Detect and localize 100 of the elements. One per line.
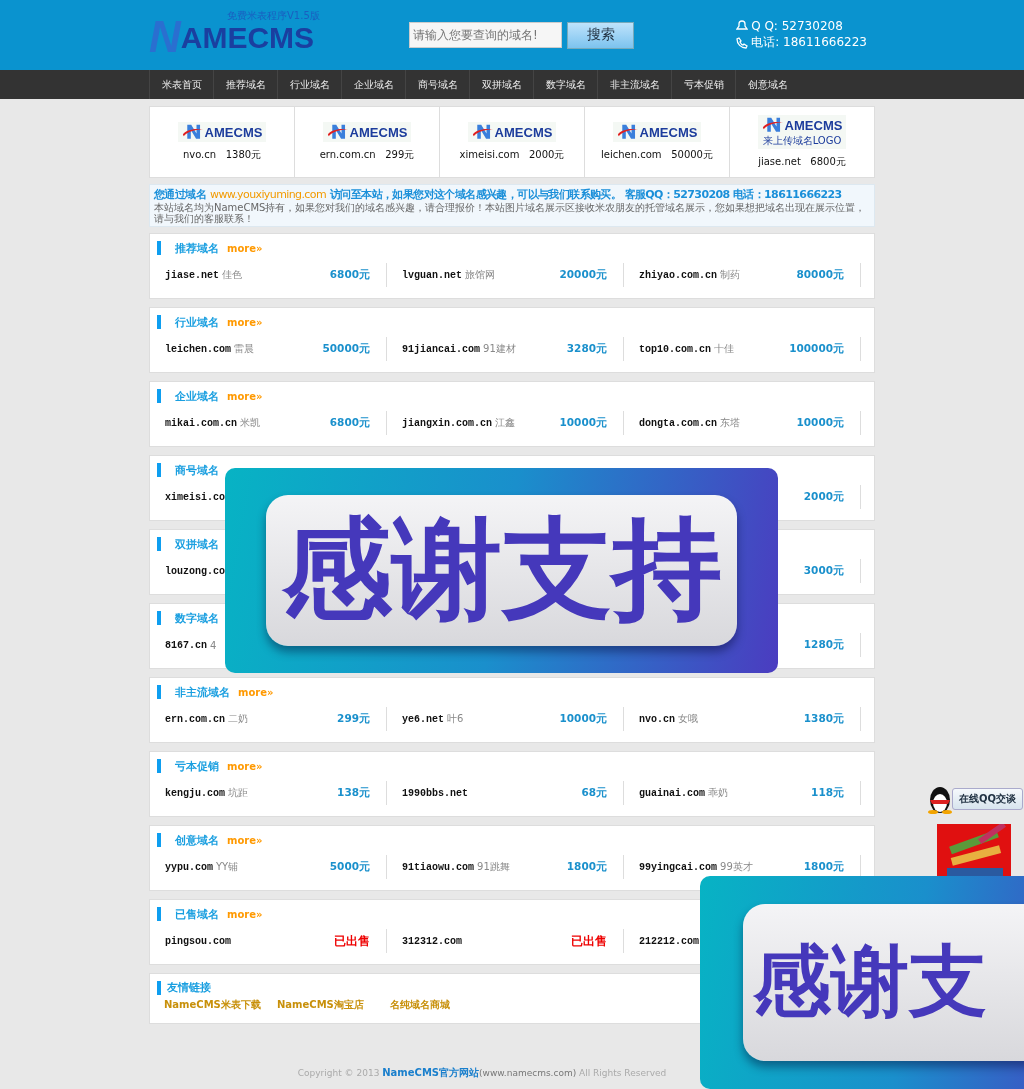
notice-detail: 本站域名均为NameCMS持有，如果您对我们的域名感兴趣，请合理报价！本站图片域名展示区接收米农朋友的托管域名展示，您如果想把域名出现在展示位置，请与我们的客服联系！ [154,202,867,224]
domain-price: 1800元 [803,860,844,874]
contact-text: 电话: 18611666223 [751,34,867,51]
domain-caption[interactable]: jiase.net 6800元 [758,154,846,169]
domain-note: 雷晨 [234,342,254,356]
domain-name[interactable]: 91tiaowu.com [402,861,474,873]
section-title: 行业域名 [175,314,219,330]
domain-note: 佳色 [222,268,242,282]
sold-label: 已出售 [334,932,370,950]
domain-name[interactable]: lvguan.net [402,269,462,281]
domain-name[interactable]: leichen.com [165,343,231,355]
domain-price: 80000元 [796,268,844,282]
section-title: 已售域名 [175,906,219,922]
domain-logo[interactable]: AMECMS 来上传域名LOGO [757,115,847,149]
domain-price: 5000元 [329,860,370,874]
section-title: 非主流域名 [175,684,230,700]
sold-label: 已出售 [571,932,607,950]
domain-note: 99英才 [720,860,753,874]
domain-price: 1380元 [803,712,844,726]
section-title: 商号域名 [175,462,219,478]
domain-note: 十佳 [714,342,734,356]
nav-link[interactable]: 非主流域名 [597,70,671,99]
logo-swoosh-icon [181,123,204,141]
domain-name[interactable]: top10.com.cn [639,343,711,355]
nav-link[interactable]: 商号域名 [405,70,469,99]
domain-name[interactable]: ximeisi.co [165,491,225,503]
domain-price: 2000元 [803,490,844,504]
logo-swoosh-icon [326,123,349,141]
domain-name[interactable]: dongta.com.cn [639,417,717,429]
domain-name[interactable]: ern.com.cn [165,713,225,725]
domain-note: 制药 [720,268,740,282]
domain-name[interactable]: kengju.com [165,787,225,799]
qq-chat-button[interactable]: 在线QQ交谈 [952,788,1023,810]
domain-name[interactable]: pingsou.com [165,935,231,947]
domain-name[interactable]: louzong.co [165,565,225,577]
domain-note: YY铺 [216,860,239,874]
domain-name[interactable]: 99yingcai.com [639,861,717,873]
nav-link[interactable]: 数字域名 [533,70,597,99]
domain-caption[interactable]: ximeisi.com 2000元 [459,147,565,162]
domain-note: 米凯 [240,416,260,430]
domain-price: 20000元 [559,268,607,282]
logo-swoosh-icon [761,116,784,134]
section-title: 企业域名 [175,388,219,404]
domain-logo[interactable]: AMECMS [612,122,702,142]
domain-name[interactable]: jiangxin.com.cn [402,417,492,429]
domain-price: 138元 [337,786,370,800]
domain-note: 坑距 [228,786,248,800]
nav-link[interactable]: 米表首页 [149,70,213,99]
thanks-banner: 感谢支 [700,876,1024,1089]
domain-logo[interactable]: AMECMS [177,122,267,142]
domain-name[interactable]: 212212.com [639,935,699,947]
domain-name[interactable]: ye6.net [402,713,444,725]
domain-caption[interactable]: nvo.cn 1380元 [182,147,262,162]
logo-swoosh-icon [616,123,639,141]
domain-name[interactable]: nvo.cn [639,713,675,725]
domain-note: 叶6 [447,712,464,726]
section-title: 推荐域名 [175,240,219,256]
section-title: 创意域名 [175,832,219,848]
nav-link[interactable]: 双拼域名 [469,70,533,99]
domain-name[interactable]: jiase.net [165,269,219,281]
domain-name[interactable]: mikai.com.cn [165,417,237,429]
rights-text: All Rights Reserved [578,1068,667,1078]
copyright-text: Copyright © 2013 [297,1068,381,1078]
domain-price: 50000元 [322,342,370,356]
domain-name[interactable]: 91jiancai.com [402,343,480,355]
section-title: 数字域名 [175,610,219,626]
domain-price: 118元 [811,786,844,800]
domain-name[interactable]: zhiyao.com.cn [639,269,717,281]
logo-swoosh-icon [471,123,494,141]
domain-name[interactable]: 312312.com [402,935,462,947]
domain-note: 江鑫 [495,416,515,430]
domain-note: 4 [210,639,217,651]
section-title: 亏本促销 [175,758,219,774]
domain-note: 二奶 [228,712,248,726]
search-button[interactable]: 搜索 [567,21,634,49]
nav-link[interactable]: 企业域名 [341,70,405,99]
domain-name[interactable]: guainai.com [639,787,705,799]
nav-link[interactable]: 创意域名 [735,70,799,99]
domain-name[interactable]: 1990bbs.net [402,787,468,799]
domain-note: 乖奶 [708,786,728,800]
domain-price: 68元 [581,786,607,800]
nav-link[interactable]: 推荐域名 [213,70,277,99]
domain-price: 3000元 [803,564,844,578]
domain-caption[interactable]: leichen.com 50000元 [601,147,713,162]
nav-link[interactable]: 亏本促销 [671,70,735,99]
site-url: (www.namecms.com) [479,1068,577,1078]
domain-logo[interactable]: AMECMS [467,122,557,142]
domain-price: 1800元 [566,860,607,874]
phone-icon [736,36,749,49]
domain-note: 91跳舞 [477,860,510,874]
search-field[interactable]: 请输入您要查询的域名! [409,21,562,48]
domain-name[interactable]: yypu.com [165,861,213,873]
site-link[interactable]: NameCMS官方网站 [382,1067,480,1078]
nav-link[interactable]: 行业域名 [277,70,341,99]
domain-logo[interactable]: AMECMS [322,122,412,142]
section-title: 双拼域名 [175,536,219,552]
domain-price: 10000元 [559,712,607,726]
domain-price: 1280元 [803,638,844,652]
domain-name[interactable]: 8167.cn [165,639,207,651]
domain-caption[interactable]: ern.com.cn 299元 [319,147,415,162]
